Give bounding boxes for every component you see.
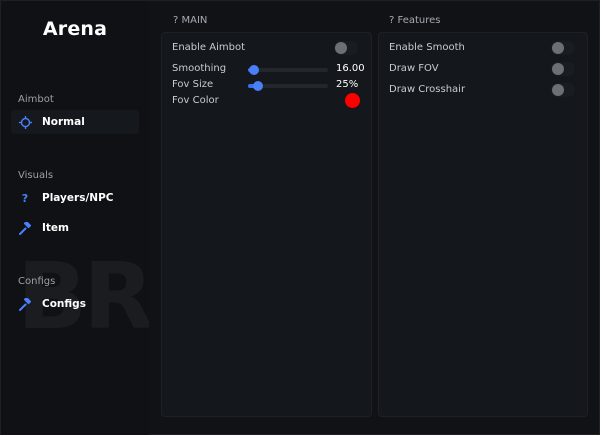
main-panel: Enable Aimbot Smoothing 16.00 Fov Size 2… xyxy=(161,32,372,417)
crosshair-icon xyxy=(17,114,33,130)
enable-aimbot-toggle[interactable] xyxy=(334,41,358,55)
sidebar-item-label: Item xyxy=(42,222,69,234)
sidebar-item-players-npc[interactable]: ? Players/NPC xyxy=(11,186,139,210)
smoothing-label: Smoothing xyxy=(172,63,227,74)
smoothing-value: 16.00 xyxy=(336,63,365,74)
fov-size-value: 25% xyxy=(336,79,359,90)
hammer-icon xyxy=(17,220,33,236)
smoothing-slider[interactable] xyxy=(248,65,328,75)
slider-handle[interactable] xyxy=(249,65,259,75)
app-title: Arena xyxy=(42,18,108,40)
enable-smooth-label: Enable Smooth xyxy=(389,42,465,53)
section-title-aimbot: Aimbot xyxy=(18,94,54,105)
main-panel-title: ? MAIN xyxy=(173,15,208,26)
features-panel-title: ? Features xyxy=(389,15,441,26)
features-panel: Enable Smooth Draw FOV Draw Crosshair xyxy=(378,32,588,417)
app-window: Arena BR Aimbot Normal Visuals ? Players… xyxy=(0,0,600,435)
sidebar-item-item[interactable]: Item xyxy=(11,216,139,240)
enable-smooth-toggle[interactable] xyxy=(551,41,575,55)
draw-fov-toggle[interactable] xyxy=(551,62,575,76)
question-icon: ? xyxy=(21,191,29,205)
enable-aimbot-label: Enable Aimbot xyxy=(172,42,245,53)
section-title-configs: Configs xyxy=(18,276,56,287)
draw-crosshair-label: Draw Crosshair xyxy=(389,84,466,95)
sidebar: Arena BR Aimbot Normal Visuals ? Players… xyxy=(1,1,149,435)
draw-fov-label: Draw FOV xyxy=(389,63,439,74)
toggle-knob xyxy=(335,42,347,54)
toggle-knob xyxy=(552,42,564,54)
sidebar-item-label: Configs xyxy=(42,298,86,310)
sidebar-item-label: Players/NPC xyxy=(42,192,114,204)
hammer-icon xyxy=(17,296,33,312)
draw-crosshair-toggle[interactable] xyxy=(551,83,575,97)
fov-size-label: Fov Size xyxy=(172,79,214,90)
toggle-knob xyxy=(552,84,564,96)
slider-handle[interactable] xyxy=(253,81,263,91)
fov-size-slider[interactable] xyxy=(248,81,328,91)
toggle-knob xyxy=(552,63,564,75)
sidebar-item-label: Normal xyxy=(42,116,85,128)
section-title-visuals: Visuals xyxy=(18,170,54,181)
sidebar-item-normal[interactable]: Normal xyxy=(11,110,139,134)
sidebar-item-configs[interactable]: Configs xyxy=(11,292,139,316)
fov-color-label: Fov Color xyxy=(172,95,219,106)
fov-color-swatch[interactable] xyxy=(345,93,360,108)
